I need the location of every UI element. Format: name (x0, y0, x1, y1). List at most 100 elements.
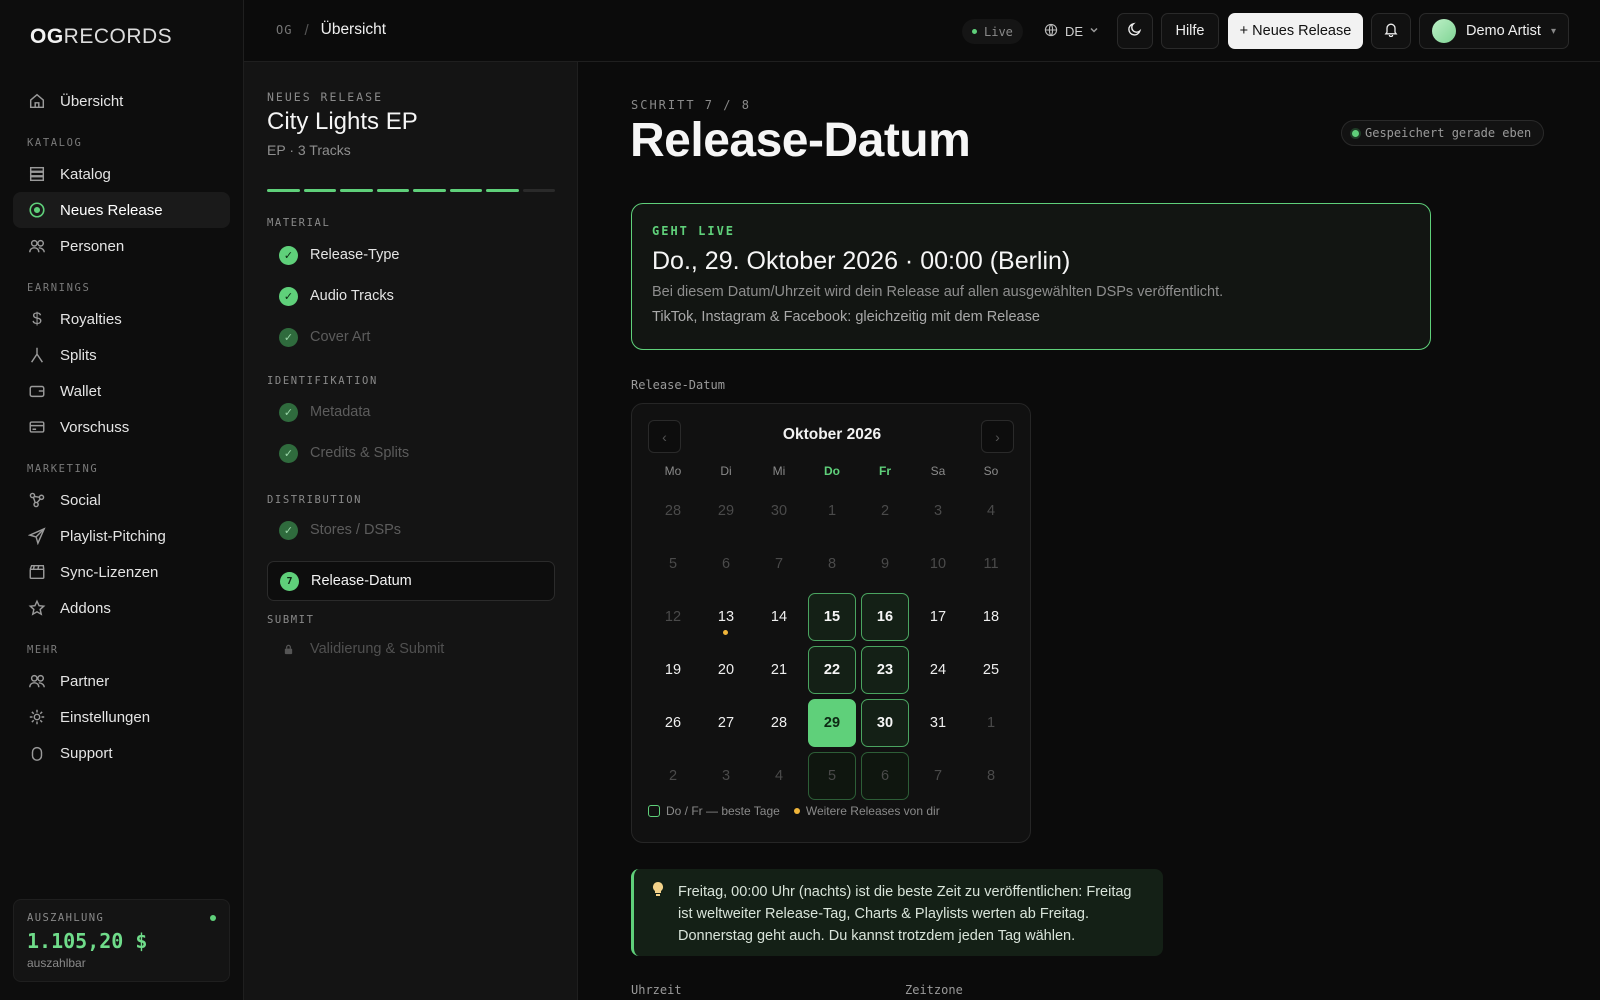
notifications-button[interactable] (1371, 13, 1411, 49)
step-stores-dsps[interactable]: ✓ Stores / DSPs (267, 510, 555, 550)
step-group-distribution: DISTRIBUTION (267, 494, 363, 506)
sidebar-item-label: Addons (60, 599, 111, 617)
sidebar-section-earnings: EARNINGS (27, 282, 91, 294)
calendar-day[interactable]: 30 (861, 699, 909, 747)
calendar-day[interactable]: 11 (967, 540, 1015, 588)
step-validierung-submit[interactable]: Validierung & Submit (267, 629, 555, 669)
language-select[interactable]: DE (1044, 19, 1099, 44)
new-release-button[interactable]: + Neues Release (1228, 13, 1363, 49)
calendar-day[interactable]: 7 (755, 540, 803, 588)
sidebar-item-social[interactable]: Social (13, 482, 230, 518)
calendar-day[interactable]: 30 (755, 487, 803, 535)
calendar-day[interactable]: 23 (861, 646, 909, 694)
breadcrumb: OG / Übersicht (276, 21, 386, 39)
calendar-day[interactable]: 21 (755, 646, 803, 694)
step-release-type[interactable]: ✓ Release-Type (267, 235, 555, 275)
sidebar-item-vorschuss[interactable]: Vorschuss (13, 409, 230, 445)
calendar-day[interactable]: 19 (649, 646, 697, 694)
sidebar-item-wallet[interactable]: Wallet (13, 373, 230, 409)
calendar-day[interactable]: 2 (861, 487, 909, 535)
sidebar-item-sync-lizenzen[interactable]: Sync-Lizenzen (13, 554, 230, 590)
calendar-day[interactable]: 5 (808, 752, 856, 800)
calendar-day[interactable]: 28 (649, 487, 697, 535)
calendar-day[interactable]: 16 (861, 593, 909, 641)
calendar-day[interactable]: 24 (914, 646, 962, 694)
weekday-header: Di (720, 464, 732, 478)
calendar-day[interactable]: 7 (914, 752, 962, 800)
legend-best-days: Do / Fr — beste Tage (666, 804, 780, 818)
calendar-day[interactable]: 8 (967, 752, 1015, 800)
step-audio-tracks[interactable]: ✓ Audio Tracks (267, 276, 555, 316)
calendar-day[interactable]: 25 (967, 646, 1015, 694)
calendar-day-selected[interactable]: 29 (808, 699, 856, 747)
weekday-header: Mi (772, 464, 786, 478)
sidebar-item-neues-release[interactable]: Neues Release (13, 192, 230, 228)
clapper-icon (27, 562, 47, 582)
calendar-day[interactable]: 27 (702, 699, 750, 747)
payout-card[interactable]: AUSZAHLUNG 1.105,20 $ auszahlbar (13, 899, 230, 982)
calendar-day[interactable]: 6 (702, 540, 750, 588)
calendar-day[interactable]: 2 (649, 752, 697, 800)
sidebar-item-support[interactable]: Support (13, 735, 230, 771)
check-icon: ✓ (279, 327, 298, 347)
calendar-day[interactable]: 10 (914, 540, 962, 588)
breadcrumb-root[interactable]: OG (276, 23, 292, 37)
sidebar-item-royalties[interactable]: $ Royalties (13, 301, 230, 337)
sidebar-item-label: Playlist-Pitching (60, 527, 166, 545)
sidebar-item-personen[interactable]: Personen (13, 228, 230, 264)
calendar-day[interactable]: 3 (702, 752, 750, 800)
sidebar-section-mehr: MEHR (27, 644, 59, 656)
calendar-day[interactable]: 1 (967, 699, 1015, 747)
help-button[interactable]: Hilfe (1161, 13, 1219, 49)
release-tip-callout: Freitag, 00:00 Uhr (nachts) ist die best… (631, 869, 1163, 956)
calendar-day[interactable]: 9 (861, 540, 909, 588)
sidebar-item-label: Übersicht (60, 92, 124, 110)
calendar-day[interactable]: 4 (755, 752, 803, 800)
calendar-day[interactable]: 28 (755, 699, 803, 747)
progress-segment (486, 189, 519, 192)
calendar-day[interactable]: 4 (967, 487, 1015, 535)
calendar-day[interactable]: 1 (808, 487, 856, 535)
calendar-day[interactable]: 13 (702, 593, 750, 641)
calendar-day[interactable]: 12 (649, 593, 697, 641)
calendar-day[interactable]: 26 (649, 699, 697, 747)
weekday-header: So (983, 464, 999, 478)
calendar-day[interactable]: 17 (914, 593, 962, 641)
sidebar-item-einstellungen[interactable]: Einstellungen (13, 699, 230, 735)
sidebar-item-katalog[interactable]: Katalog (13, 156, 230, 192)
sidebar-item-splits[interactable]: Splits (13, 337, 230, 373)
calendar-day[interactable]: 31 (914, 699, 962, 747)
legend-other-releases: Weitere Releases von dir (805, 804, 940, 818)
calendar-day[interactable]: 6 (861, 752, 909, 800)
calendar-day[interactable]: 5 (649, 540, 697, 588)
step-metadata[interactable]: ✓ Metadata (267, 392, 555, 432)
caret-down-icon: ▾ (1550, 25, 1556, 37)
user-menu-button[interactable]: Demo Artist ▾ (1419, 13, 1569, 49)
calendar-day[interactable]: 15 (808, 593, 856, 641)
calendar-day[interactable]: 22 (808, 646, 856, 694)
calendar-day[interactable]: 8 (808, 540, 856, 588)
calendar-label: Release-Datum (631, 378, 725, 392)
sidebar-item-addons[interactable]: Addons (13, 590, 230, 626)
logo[interactable]: OGRECORDS (30, 25, 172, 49)
step-label: Validierung & Submit (310, 641, 445, 657)
event-dot (793, 808, 800, 814)
step-release-datum[interactable]: 7 Release-Datum (267, 561, 555, 601)
calendar-day[interactable]: 14 (755, 593, 803, 641)
sidebar-item-label: Einstellungen (60, 708, 151, 726)
sidebar-item-playlist-pitching[interactable]: Playlist-Pitching (13, 518, 230, 554)
go-live-kicker: GEHT LIVE (652, 224, 736, 238)
theme-toggle-button[interactable] (1117, 13, 1153, 49)
calendar-day[interactable]: 29 (702, 487, 750, 535)
calendar-day[interactable]: 18 (967, 593, 1015, 641)
step-cover-art[interactable]: ✓ Cover Art (267, 317, 555, 357)
weekday-header: Mo (664, 464, 682, 478)
calendar-day[interactable]: 20 (702, 646, 750, 694)
sidebar-item-partner[interactable]: Partner (13, 663, 230, 699)
step-credits-splits[interactable]: ✓ Credits & Splits (267, 433, 555, 473)
calendar-day[interactable]: 3 (914, 487, 962, 535)
split-icon (27, 345, 47, 365)
sidebar-item-uebersicht[interactable]: Übersicht (13, 83, 230, 119)
next-month-button[interactable]: › (981, 420, 1014, 453)
best-days-swatch (648, 805, 660, 817)
